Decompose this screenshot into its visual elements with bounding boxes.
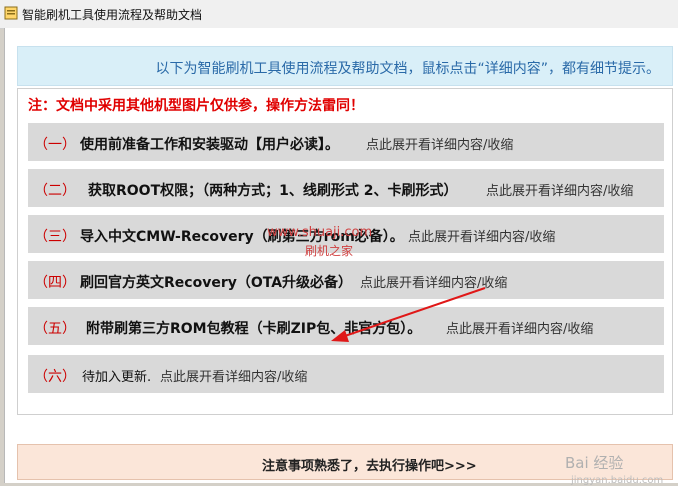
document-body: 以下为智能刷机工具使用流程及帮助文档，鼠标点击“详细内容”，都有细节提示。 注：… (4, 28, 678, 486)
step-number: （二） (34, 183, 76, 199)
step-number: （四） (34, 275, 76, 291)
step-label: 获取ROOT权限；（两种方式；1、线刷形式 2、卡刷形式） (88, 183, 458, 199)
step-number: （六） (34, 369, 76, 385)
note-text: 注：文档中采用其他机型图片仅供参，操作方法雷同！ (28, 98, 364, 114)
expand-link[interactable]: 点此展开看详细内容/收缩 (366, 134, 513, 153)
step-number: （三） (34, 229, 76, 245)
expand-link[interactable]: 点此展开看详细内容/收缩 (408, 226, 555, 245)
watermark-site: 刷机之家 (305, 244, 354, 258)
step-label: 待加入更新. (82, 370, 152, 385)
window-titlebar: 智能刷机工具使用流程及帮助文档 (0, 0, 678, 29)
watermark-url: www.shuaji.com (267, 225, 373, 240)
step-label: 刷回官方英文Recovery（OTA升级必备） (80, 275, 353, 291)
expand-link[interactable]: 点此展开看详细内容/收缩 (160, 366, 307, 385)
step-label: 使用前准备工作和安装驱动【用户必读】。 (80, 137, 339, 153)
baidu-jingyan-logo: Bai 经验 (565, 454, 624, 472)
baidu-jingyan-url: jingyan.baidu.com (571, 475, 664, 486)
help-banner: 以下为智能刷机工具使用流程及帮助文档，鼠标点击“详细内容”，都有细节提示。 (17, 46, 673, 86)
step-number: （一） (34, 137, 76, 153)
step-row-2[interactable]: （二） 获取ROOT权限；（两种方式；1、线刷形式 2、卡刷形式） 点此展开看详… (28, 169, 664, 207)
expand-link[interactable]: 点此展开看详细内容/收缩 (486, 180, 633, 199)
red-arrow-annotation (331, 287, 486, 342)
banner-text: 以下为智能刷机工具使用流程及帮助文档，鼠标点击“详细内容”，都有细节提示。 (155, 61, 660, 77)
proceed-link[interactable]: 注意事项熟悉了，去执行操作吧>>> (262, 455, 477, 474)
step-number: （五） (34, 321, 76, 337)
document-icon (4, 6, 18, 20)
step-row-1[interactable]: （一） 使用前准备工作和安装驱动【用户必读】。 点此展开看详细内容/收缩 (28, 123, 664, 161)
step-row-6[interactable]: （六） 待加入更新. 点此展开看详细内容/收缩 (28, 355, 664, 393)
window-title: 智能刷机工具使用流程及帮助文档 (22, 8, 203, 22)
